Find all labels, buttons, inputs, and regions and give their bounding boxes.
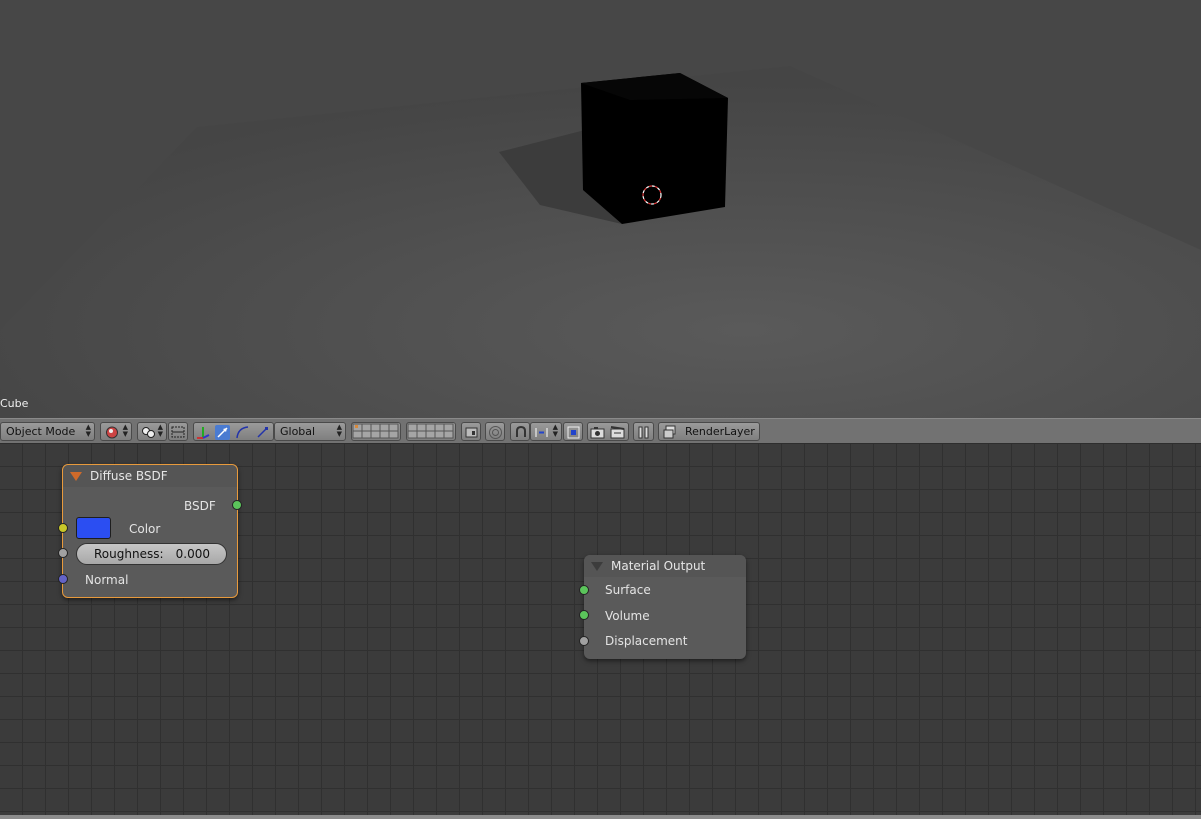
- roughness-label: Roughness:: [94, 547, 164, 561]
- transform-orientation-selector[interactable]: Global ▲ ▼: [274, 422, 346, 441]
- roughness-slider[interactable]: Roughness: 0.000: [76, 543, 227, 565]
- volume-input-socket[interactable]: [579, 610, 589, 620]
- render-still-icon[interactable]: [590, 425, 605, 440]
- mode-selector-label: Object Mode: [6, 425, 76, 438]
- render-layer-selector[interactable]: RenderLayer: [658, 422, 760, 441]
- chevron-updown-icon: ▲ ▼: [552, 423, 558, 438]
- proportional-edit-icon: [488, 425, 503, 440]
- snap-target-button[interactable]: [563, 422, 583, 441]
- bsdf-output-label: BSDF: [184, 499, 216, 513]
- active-object-label: Cube: [0, 397, 29, 410]
- chevron-updown-icon: ▲ ▼: [122, 423, 128, 438]
- material-output-title: Material Output: [611, 559, 706, 573]
- node-editor-header: Object Mode ▲ ▼ ▲ ▼ ▲ ▼ Global ▲ ▼ ▲ ▼ R…: [0, 418, 1201, 444]
- pivot-point-icon: [141, 425, 156, 440]
- bsdf-output-socket[interactable]: [232, 500, 242, 510]
- manipulator-toggle-icon[interactable]: [196, 425, 211, 440]
- surface-input-socket[interactable]: [579, 585, 589, 595]
- shading-sphere-icon: [105, 425, 120, 440]
- manipulate-center-button[interactable]: [168, 422, 188, 441]
- layers-grid-icon: [352, 423, 399, 439]
- render-animation-icon[interactable]: [610, 425, 625, 440]
- layer-lock-button[interactable]: [461, 422, 481, 441]
- chevron-updown-icon: ▲ ▼: [157, 423, 163, 438]
- surface-input-label: Surface: [605, 583, 651, 597]
- diffuse-bsdf-title: Diffuse BSDF: [90, 469, 168, 483]
- render-layer-label: RenderLayer: [685, 425, 755, 438]
- area-border[interactable]: [0, 815, 1201, 819]
- pause-icon: [636, 425, 651, 440]
- snap-toggle-button[interactable]: [510, 422, 530, 441]
- 3d-viewport[interactable]: Cube: [0, 0, 1201, 418]
- material-output-header[interactable]: Material Output: [584, 555, 746, 577]
- normal-input-socket[interactable]: [58, 574, 68, 584]
- node-editor-canvas[interactable]: Diffuse BSDF BSDF Color Roughness: 0.000…: [0, 444, 1201, 816]
- roughness-input-socket[interactable]: [58, 548, 68, 558]
- transform-orientation-label: Global: [280, 425, 316, 438]
- snap-increment-icon: [534, 425, 549, 440]
- viewport-scene: [0, 66, 1201, 418]
- color-input-label: Color: [129, 522, 161, 536]
- chevron-updown-icon: ▲ ▼: [85, 423, 91, 438]
- snap-element-button[interactable]: ▲ ▼: [530, 422, 562, 441]
- roughness-value: 0.000: [175, 547, 210, 561]
- layer-lock-icon: [464, 425, 479, 440]
- mode-selector[interactable]: Object Mode ▲ ▼: [0, 422, 95, 441]
- diffuse-bsdf-node[interactable]: Diffuse BSDF BSDF Color Roughness: 0.000…: [62, 464, 238, 598]
- displacement-input-label: Displacement: [605, 634, 688, 648]
- rotate-icon[interactable]: [235, 425, 250, 440]
- normal-input-label: Normal: [85, 573, 129, 587]
- scale-icon[interactable]: [255, 425, 270, 440]
- magnet-icon: [513, 425, 528, 440]
- scene-layers-grid[interactable]: [351, 422, 401, 441]
- viewport-shading-button[interactable]: ▲ ▼: [100, 422, 132, 441]
- snap-target-icon: [566, 425, 581, 440]
- pivot-point-button[interactable]: ▲ ▼: [137, 422, 167, 441]
- collapse-triangle-icon[interactable]: [591, 562, 603, 571]
- material-output-node[interactable]: Material Output Surface Volume Displacem…: [584, 555, 746, 659]
- displacement-input-socket[interactable]: [579, 636, 589, 646]
- layers-grid-icon: [407, 423, 454, 439]
- proportional-edit-button[interactable]: [485, 422, 505, 441]
- chevron-updown-icon: ▲ ▼: [336, 423, 342, 438]
- volume-input-label: Volume: [605, 609, 650, 623]
- pause-button[interactable]: [633, 422, 654, 441]
- translate-icon[interactable]: [215, 425, 230, 440]
- render-layers-icon: [662, 425, 677, 440]
- diffuse-bsdf-header[interactable]: Diffuse BSDF: [63, 465, 237, 487]
- transform-manipulator-group: [193, 422, 274, 441]
- center-points-icon: [171, 425, 186, 440]
- collapse-triangle-icon[interactable]: [70, 472, 82, 481]
- color-input-socket[interactable]: [58, 523, 68, 533]
- scene-layers-grid-2[interactable]: [406, 422, 456, 441]
- color-swatch[interactable]: [76, 517, 111, 539]
- render-buttons-group: [587, 422, 629, 441]
